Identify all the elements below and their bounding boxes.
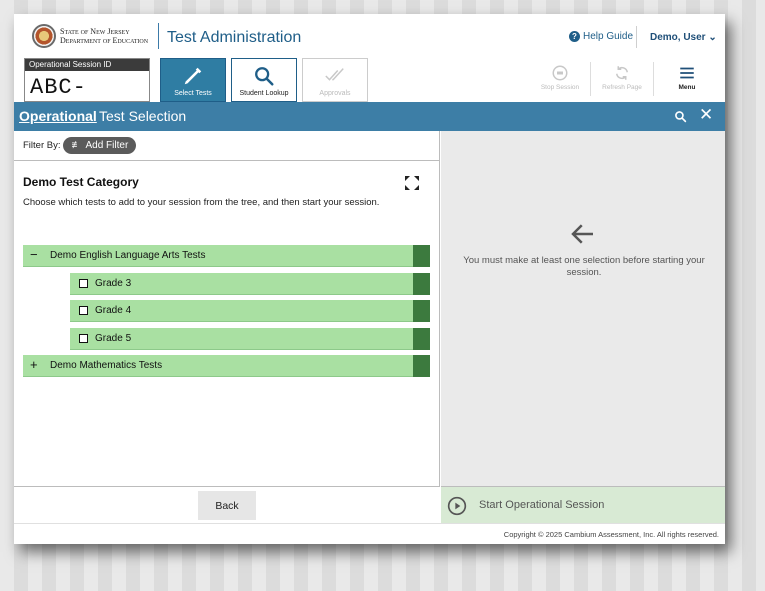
grade5-checkbox[interactable] — [79, 334, 88, 343]
test-tree-panel: Filter By: ≢ Add Filter Demo Test Catego… — [14, 131, 440, 486]
tree-node-grade3[interactable]: Grade 3 — [70, 273, 430, 295]
stop-session-label: Stop Session — [540, 84, 580, 91]
app-window: State of New Jersey Department of Educat… — [14, 14, 725, 544]
tree-node-label: Demo English Language Arts Tests — [50, 250, 206, 261]
selection-message: You must make at least one selection bef… — [463, 255, 705, 278]
menu-button[interactable]: Menu — [659, 64, 715, 91]
session-id-box: Operational Session ID ABC-A123-4 — [24, 58, 150, 125]
tree-node-ela[interactable]: − Demo English Language Arts Tests — [23, 245, 430, 267]
start-session-label: Start Operational Session — [479, 499, 605, 511]
grade4-checkbox[interactable] — [79, 306, 88, 315]
test-selection-banner: Operational Test Selection ✕ — [14, 102, 725, 131]
play-icon — [447, 496, 467, 516]
select-tests-label: Select Tests — [174, 90, 212, 97]
select-tests-button[interactable]: Select Tests — [160, 58, 226, 102]
start-session-button[interactable]: Start Operational Session — [441, 486, 725, 523]
session-mode-link[interactable]: Operational — [19, 108, 97, 124]
tree-node-label: Grade 3 — [95, 278, 132, 289]
approvals-button[interactable]: Approvals — [302, 58, 368, 102]
refresh-page-button[interactable]: Refresh Page — [594, 64, 650, 91]
banner-title: Test Selection — [99, 108, 187, 124]
toolbar-divider — [590, 62, 591, 96]
back-bar: Back — [14, 486, 440, 523]
tree-node-label: Demo Mathematics Tests — [50, 360, 163, 371]
tree-node-handle — [413, 300, 430, 322]
tree-node-math[interactable]: + Demo Mathematics Tests — [23, 355, 430, 377]
help-divider — [636, 26, 637, 48]
logo-line-1: State of New Jersey — [60, 27, 130, 36]
footer: Copyright © 2025 Cambium Assessment, Inc… — [14, 523, 725, 544]
filter-sliders-icon: ≢ — [71, 140, 82, 151]
stop-session-button[interactable]: Stop Session — [532, 64, 588, 91]
category-instructions: Choose which tests to add to your sessio… — [23, 197, 380, 208]
collapse-icon[interactable]: − — [30, 247, 38, 262]
approvals-label: Approvals — [319, 90, 351, 97]
back-button[interactable]: Back — [198, 491, 256, 520]
student-lookup-label: Student Lookup — [239, 90, 289, 97]
add-filter-label: Add Filter — [85, 140, 129, 151]
stop-icon — [552, 65, 568, 81]
refresh-icon — [616, 66, 628, 80]
tree-node-handle — [413, 328, 430, 350]
user-menu[interactable]: Demo, User ⌄ — [650, 32, 717, 43]
hamburger-icon — [680, 67, 694, 79]
menu-label: Menu — [678, 84, 696, 91]
state-seal-icon — [32, 24, 56, 48]
tree-node-grade4[interactable]: Grade 4 — [70, 300, 430, 322]
user-name: Demo, User — [650, 32, 706, 43]
search-icon — [255, 67, 274, 86]
tree-node-handle — [413, 245, 430, 267]
expand-plus-icon[interactable]: + — [30, 357, 38, 372]
logo-line-2: Department of Education — [60, 36, 149, 45]
filter-row: Filter By: ≢ Add Filter — [14, 131, 439, 161]
tree-node-label: Grade 4 — [95, 305, 132, 316]
copyright-text: Copyright © 2025 Cambium Assessment, Inc… — [503, 530, 719, 539]
tree-node-handle — [413, 355, 430, 377]
nj-doe-logo: State of New Jersey Department of Educat… — [32, 24, 148, 48]
arrow-left-icon — [571, 224, 593, 244]
expand-icon[interactable] — [404, 175, 420, 191]
help-icon: ? — [569, 31, 580, 42]
refresh-page-label: Refresh Page — [602, 84, 642, 91]
search-icon[interactable] — [674, 110, 687, 123]
tree-node-label: Grade 5 — [95, 333, 132, 344]
header-divider — [158, 23, 159, 49]
top-bar: State of New Jersey Department of Educat… — [14, 14, 725, 56]
category-title: Demo Test Category — [23, 175, 139, 189]
add-filter-button[interactable]: ≢ Add Filter — [63, 137, 137, 154]
grade3-checkbox[interactable] — [79, 279, 88, 288]
toolbar-divider — [653, 62, 654, 96]
student-lookup-button[interactable]: Student Lookup — [231, 58, 297, 102]
pencil-icon — [184, 67, 202, 85]
close-icon[interactable]: ✕ — [699, 105, 713, 125]
approvals-check-icon — [325, 68, 344, 81]
selection-summary-panel: You must make at least one selection bef… — [441, 131, 725, 486]
help-guide-link[interactable]: ? Help Guide — [569, 31, 633, 42]
tree-node-handle — [413, 273, 430, 295]
tree-node-grade5[interactable]: Grade 5 — [70, 328, 430, 350]
help-guide-label: Help Guide — [583, 31, 634, 42]
chevron-down-icon: ⌄ — [708, 32, 717, 43]
filter-label: Filter By: — [23, 140, 61, 151]
app-title: Test Administration — [167, 29, 302, 46]
session-id-label: Operational Session ID — [25, 59, 149, 71]
